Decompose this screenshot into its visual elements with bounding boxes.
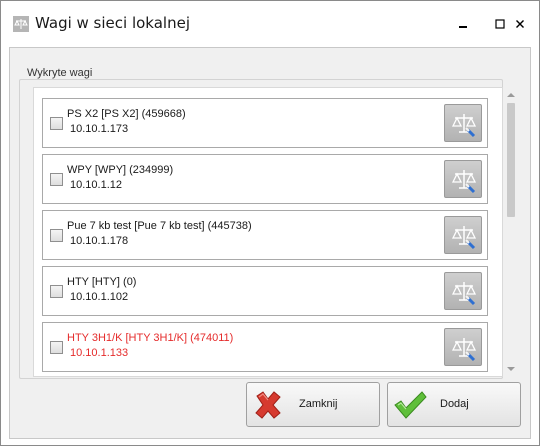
device-ip: 10.10.1.178 bbox=[70, 235, 129, 247]
group-legend: Wykryte wagi bbox=[23, 67, 97, 79]
scale-settings-button[interactable] bbox=[444, 328, 482, 366]
window-title: Wagi w sieci lokalnej bbox=[35, 14, 190, 32]
minimize-icon bbox=[459, 26, 467, 28]
red-x-icon bbox=[255, 391, 281, 419]
device-name: HTY [HTY] (0) bbox=[67, 276, 137, 288]
chevron-down-icon bbox=[507, 367, 515, 371]
device-ip: 10.10.1.102 bbox=[70, 291, 129, 303]
device-name: PS X2 [PS X2] (459668) bbox=[67, 108, 186, 120]
title-bar[interactable]: Wagi w sieci lokalnej bbox=[1, 1, 539, 47]
device-item[interactable]: WPY [WPY] (234999) 10.10.1.12 bbox=[42, 154, 488, 204]
scale-settings-icon bbox=[451, 114, 477, 138]
device-checkbox[interactable] bbox=[50, 285, 63, 298]
device-item[interactable]: Pue 7 kb test [Pue 7 kb test] (445738) 1… bbox=[42, 210, 488, 260]
device-ip: 10.10.1.133 bbox=[70, 347, 129, 359]
close-icon bbox=[516, 20, 524, 28]
scale-settings-icon bbox=[451, 282, 477, 306]
scale-settings-button[interactable] bbox=[444, 104, 482, 142]
scale-settings-button[interactable] bbox=[444, 272, 482, 310]
device-checkbox[interactable] bbox=[50, 117, 63, 130]
scale-settings-icon bbox=[451, 226, 477, 250]
device-ip: 10.10.1.12 bbox=[70, 179, 122, 191]
scroll-thumb[interactable] bbox=[507, 103, 515, 217]
scale-settings-icon bbox=[451, 338, 477, 362]
close-button-label: Zamknij bbox=[299, 398, 338, 410]
device-item[interactable]: HTY [HTY] (0) 10.10.1.102 bbox=[42, 266, 488, 316]
device-item[interactable]: HTY 3H1/K [HTY 3H1/K] (474011) 10.10.1.1… bbox=[42, 322, 488, 372]
device-name: HTY 3H1/K [HTY 3H1/K] (474011) bbox=[67, 332, 234, 344]
scale-settings-button[interactable] bbox=[444, 160, 482, 198]
device-checkbox[interactable] bbox=[50, 173, 63, 186]
scroll-up-button[interactable] bbox=[503, 87, 519, 103]
device-name: Pue 7 kb test [Pue 7 kb test] (445738) bbox=[67, 220, 252, 232]
device-item[interactable]: PS X2 [PS X2] (459668) 10.10.1.173 bbox=[42, 98, 488, 148]
chevron-up-icon bbox=[507, 93, 515, 97]
add-button[interactable]: Dodaj bbox=[387, 382, 521, 427]
device-checkbox[interactable] bbox=[50, 229, 63, 242]
device-checkbox[interactable] bbox=[50, 341, 63, 354]
scroll-down-button[interactable] bbox=[503, 361, 519, 377]
close-window-button[interactable] bbox=[503, 9, 537, 39]
scale-settings-button[interactable] bbox=[444, 216, 482, 254]
list-scrollbar[interactable] bbox=[503, 87, 519, 377]
close-button[interactable]: Zamknij bbox=[246, 382, 380, 427]
device-name: WPY [WPY] (234999) bbox=[67, 164, 174, 176]
green-checkmark-icon bbox=[394, 391, 427, 419]
add-button-label: Dodaj bbox=[440, 398, 469, 410]
dialog-window: Wagi w sieci lokalnej Wykryte wagi PS X2… bbox=[0, 0, 540, 446]
scale-app-icon bbox=[13, 16, 29, 32]
device-list[interactable]: PS X2 [PS X2] (459668) 10.10.1.173 WPY [… bbox=[33, 87, 503, 377]
minimize-button[interactable] bbox=[446, 9, 480, 39]
scale-settings-icon bbox=[451, 170, 477, 194]
device-ip: 10.10.1.173 bbox=[70, 123, 129, 135]
